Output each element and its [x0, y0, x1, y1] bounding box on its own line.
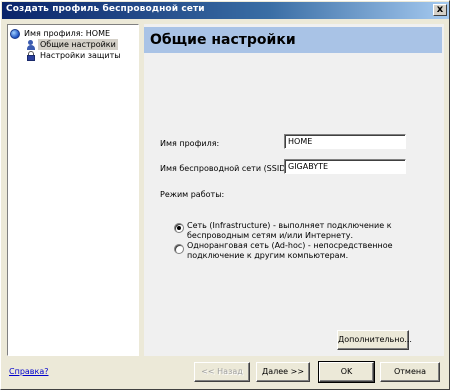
- globe-icon: [10, 28, 20, 39]
- tree-item-label: Настройки защиты: [40, 51, 121, 60]
- users-icon: [26, 39, 36, 50]
- tree-item-security[interactable]: Настройки защиты: [26, 50, 123, 61]
- mode-label: Режим работы:: [160, 190, 225, 199]
- tree-item-label: Общие настройки: [38, 39, 118, 50]
- infrastructure-radio-label[interactable]: Сеть (Infrastructure) - выполняет подклю…: [187, 221, 393, 241]
- settings-panel: Общие настройки Имя профиля: HOME Имя бе…: [144, 24, 444, 356]
- page-title: Общие настройки: [150, 32, 296, 48]
- adhoc-radio[interactable]: [174, 244, 184, 254]
- window-title: Создать профиль беспроводной сети: [6, 4, 205, 14]
- cancel-button[interactable]: Отмена: [380, 362, 440, 382]
- ssid-field[interactable]: GIGABYTE: [284, 159, 406, 174]
- dialog-window: Создать профиль беспроводной сети x Имя …: [0, 0, 450, 390]
- close-button[interactable]: x: [433, 4, 447, 16]
- help-link[interactable]: Справка?: [9, 367, 49, 376]
- advanced-button[interactable]: Дополнительно...: [337, 330, 412, 350]
- infrastructure-radio[interactable]: [174, 223, 184, 233]
- page-header: Общие настройки: [144, 27, 442, 53]
- back-button[interactable]: << Назад: [194, 362, 250, 382]
- ssid-label: Имя беспроводной сети (SSID):: [160, 164, 292, 173]
- next-button[interactable]: Далее >>: [256, 362, 310, 382]
- profile-tree: Имя профиля: HOME Общие настройки Настро…: [7, 24, 139, 356]
- ok-button[interactable]: OK: [318, 361, 375, 383]
- profile-name-label: Имя профиля:: [160, 139, 220, 148]
- title-bar[interactable]: Создать профиль беспроводной сети x: [2, 2, 449, 19]
- adhoc-radio-label[interactable]: Одноранговая сеть (Ad-hoc) - непосредств…: [187, 241, 393, 261]
- tree-item-label: Имя профиля: HOME: [24, 29, 111, 38]
- close-icon: x: [436, 4, 444, 15]
- tree-item-general[interactable]: Общие настройки: [26, 39, 118, 50]
- tree-item-profile[interactable]: Имя профиля: HOME: [10, 28, 112, 39]
- profile-name-field[interactable]: HOME: [284, 134, 406, 149]
- lock-icon: [26, 50, 36, 61]
